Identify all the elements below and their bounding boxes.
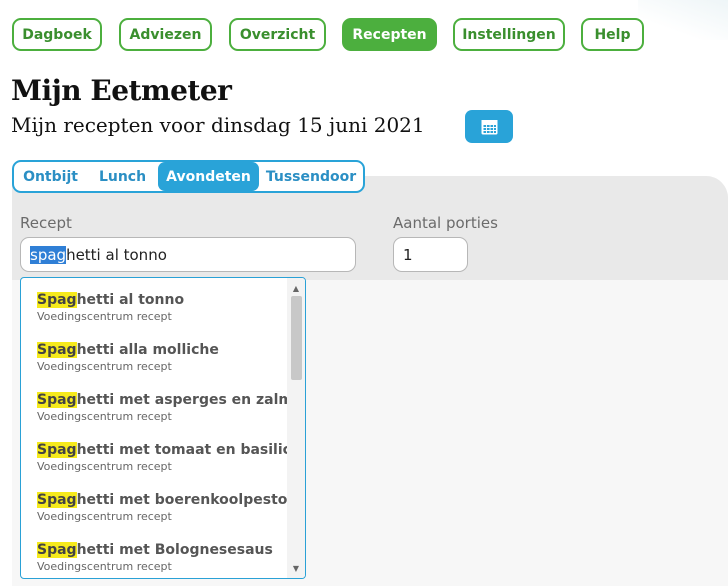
suggestion-match: Spag — [37, 442, 77, 458]
scroll-up-arrow-icon[interactable]: ▲ — [287, 280, 305, 296]
suggestion-name: hetti al tonno — [76, 292, 185, 308]
nav-help-button[interactable]: Help — [581, 18, 644, 51]
suggestion-source: Voedingscentrum recept — [37, 510, 172, 523]
suggestion-item[interactable]: Spaghetti met tomaat en basilicum Voedin… — [37, 441, 305, 474]
portions-label: Aantal porties — [393, 214, 498, 232]
suggestion-source: Voedingscentrum recept — [37, 310, 172, 323]
suggestion-name: hetti met Bolognesesaus — [76, 542, 273, 558]
suggestion-source: Voedingscentrum recept — [37, 560, 172, 573]
recipe-search-input[interactable]: spag hetti al tonno — [20, 237, 356, 272]
suggestion-source: Voedingscentrum recept — [37, 460, 172, 473]
suggestion-item[interactable]: Spaghetti met asperges en zalm Voedingsc… — [37, 391, 293, 424]
nav-recepten-button[interactable]: Recepten — [342, 18, 437, 51]
nav-overzicht-button[interactable]: Overzicht — [229, 18, 326, 51]
scrollbar-thumb[interactable] — [291, 296, 302, 380]
suggestion-item[interactable]: Spaghetti met Bolognesesaus Voedingscent… — [37, 541, 287, 574]
calendar-button[interactable] — [465, 110, 513, 143]
suggestion-source: Voedingscentrum recept — [37, 360, 172, 373]
suggestion-item[interactable]: Spaghetti al tonno Voedingscentrum recep… — [37, 291, 287, 324]
meal-tabs: Ontbijt Lunch Avondeten Tussendoor — [12, 160, 365, 193]
recipe-suggestions-dropdown: Spaghetti al tonno Voedingscentrum recep… — [20, 277, 306, 579]
suggestion-item[interactable]: Spaghetti met boerenkoolpesto Voedingsce… — [37, 491, 287, 524]
suggestion-match: Spag — [37, 492, 77, 508]
calendar-icon — [481, 119, 497, 134]
page-subtitle: Mijn recepten voor dinsdag 15 juni 2021 — [11, 113, 425, 137]
recipe-label: Recept — [20, 214, 72, 232]
recipe-input-selected-text: spag — [30, 245, 67, 264]
suggestion-match: Spag — [37, 292, 77, 308]
portions-value: 1 — [403, 245, 413, 264]
suggestion-name: hetti alla molliche — [76, 342, 219, 358]
suggestions-scrollbar[interactable]: ▲ ▼ — [287, 278, 305, 578]
suggestion-name: hetti met tomaat en basilicum — [76, 442, 306, 458]
tab-ontbijt[interactable]: Ontbijt — [14, 162, 87, 191]
suggestion-match: Spag — [37, 542, 77, 558]
nav-adviezen-button[interactable]: Adviezen — [119, 18, 212, 51]
tab-avondeten[interactable]: Avondeten — [158, 162, 259, 191]
suggestion-item[interactable]: Spaghetti alla molliche Voedingscentrum … — [37, 341, 287, 374]
suggestion-match: Spag — [37, 342, 77, 358]
suggestion-name: hetti met asperges en zalm — [76, 392, 293, 408]
suggestion-source: Voedingscentrum recept — [37, 410, 172, 423]
suggestion-name: hetti met boerenkoolpesto — [76, 492, 288, 508]
tab-tussendoor[interactable]: Tussendoor — [259, 162, 363, 191]
nav-dagboek-button[interactable]: Dagboek — [12, 18, 102, 51]
header-decoration — [638, 0, 728, 40]
page-title: Mijn Eetmeter — [11, 74, 232, 107]
suggestion-match: Spag — [37, 392, 77, 408]
portions-input[interactable]: 1 — [393, 237, 468, 272]
scroll-down-arrow-icon[interactable]: ▼ — [287, 560, 305, 576]
tab-lunch[interactable]: Lunch — [87, 162, 158, 191]
recipe-input-text: hetti al tonno — [66, 245, 167, 264]
nav-instellingen-button[interactable]: Instellingen — [453, 18, 565, 51]
